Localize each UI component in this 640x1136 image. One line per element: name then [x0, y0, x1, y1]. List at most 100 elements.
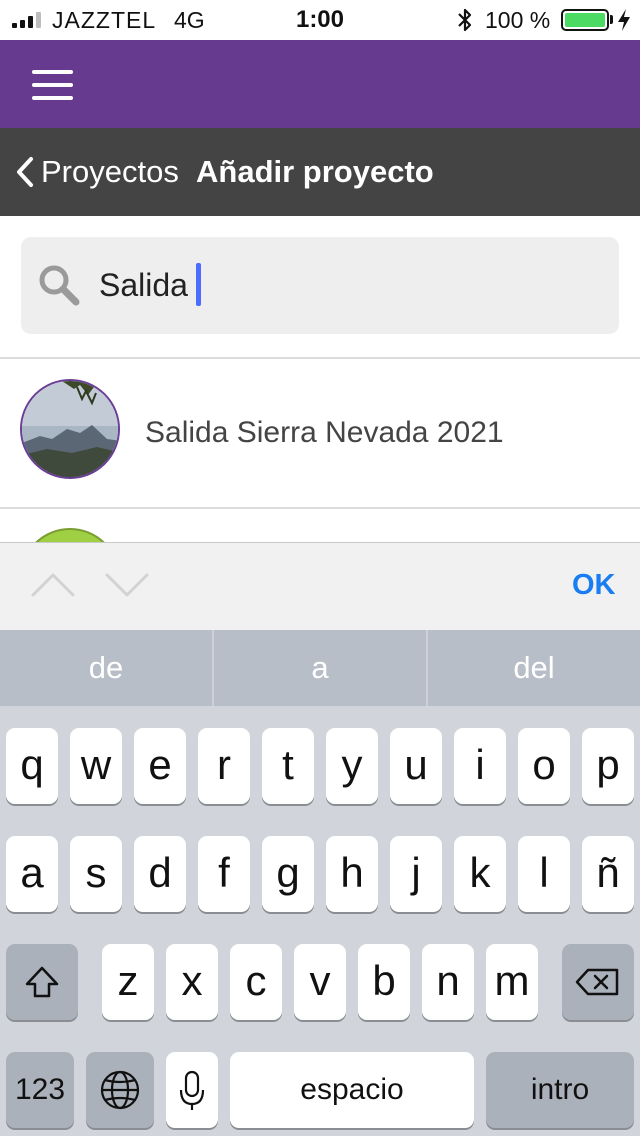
- space-key[interactable]: espacio: [230, 1052, 474, 1128]
- key[interactable]: p: [582, 728, 634, 804]
- key-label: m: [494, 957, 530, 1004]
- project-avatar: [20, 379, 120, 479]
- battery-icon: [561, 9, 609, 31]
- key-label: n: [436, 957, 460, 1004]
- numbers-key[interactable]: 123: [6, 1052, 74, 1128]
- key-label: x: [181, 957, 203, 1004]
- page-title: Añadir proyecto: [196, 154, 434, 189]
- key-label: l: [539, 849, 549, 896]
- keyboard: q w e r t y u i o p a s d f g h j k l ñ …: [0, 706, 640, 1136]
- shift-key[interactable]: [6, 944, 78, 1020]
- key[interactable]: q: [6, 728, 58, 804]
- key[interactable]: e: [134, 728, 186, 804]
- key[interactable]: y: [326, 728, 378, 804]
- key-label: k: [469, 849, 491, 896]
- key-label: u: [404, 741, 428, 788]
- key-label: h: [340, 849, 364, 896]
- key-label: f: [218, 849, 230, 896]
- key[interactable]: i: [454, 728, 506, 804]
- key-label: s: [85, 849, 107, 896]
- key[interactable]: f: [198, 836, 250, 912]
- status-bar: JAZZTEL 4G 1:00 100 %: [0, 0, 640, 40]
- key-label: z: [117, 957, 139, 1004]
- key[interactable]: o: [518, 728, 570, 804]
- key[interactable]: b: [358, 944, 410, 1020]
- previous-field-icon[interactable]: [30, 565, 76, 605]
- list-item[interactable]: Salida Sierra Nevada 2021: [0, 360, 640, 507]
- key[interactable]: u: [390, 728, 442, 804]
- key[interactable]: r: [198, 728, 250, 804]
- key-label: intro: [530, 1073, 590, 1106]
- microphone-icon: [179, 1070, 205, 1110]
- key-label: y: [341, 741, 363, 788]
- key-label: g: [276, 849, 300, 896]
- key-label: i: [475, 741, 485, 788]
- key-label: w: [80, 741, 112, 788]
- search-icon: [39, 265, 80, 306]
- prediction-suggestion[interactable]: del: [426, 630, 640, 706]
- key-label: a: [20, 849, 44, 896]
- search-box[interactable]: [21, 237, 619, 334]
- key[interactable]: h: [326, 836, 378, 912]
- key[interactable]: g: [262, 836, 314, 912]
- key-label: j: [411, 849, 421, 896]
- divider: [0, 357, 640, 359]
- key-label: t: [282, 741, 294, 788]
- globe-key[interactable]: [86, 1052, 154, 1128]
- return-key[interactable]: intro: [486, 1052, 634, 1128]
- key-label: b: [372, 957, 396, 1004]
- key[interactable]: c: [230, 944, 282, 1020]
- key-label: ñ: [596, 849, 620, 896]
- prediction-suggestion[interactable]: a: [212, 630, 426, 706]
- bluetooth-icon: [458, 8, 472, 32]
- key-label: q: [20, 741, 44, 788]
- backspace-key[interactable]: [562, 944, 634, 1020]
- battery-percentage: 100 %: [485, 7, 551, 33]
- dictation-key[interactable]: [166, 1052, 218, 1128]
- key[interactable]: t: [262, 728, 314, 804]
- mountain-photo-icon: [22, 381, 118, 477]
- key-label: 123: [14, 1073, 66, 1106]
- key-label: o: [532, 741, 556, 788]
- app-bar: [0, 40, 640, 128]
- navigation-bar: Proyectos Añadir proyecto: [0, 128, 640, 216]
- globe-icon: [100, 1070, 140, 1110]
- key[interactable]: w: [70, 728, 122, 804]
- project-title: Salida Sierra Nevada 2021: [145, 416, 504, 449]
- key[interactable]: l: [518, 836, 570, 912]
- back-button[interactable]: Proyectos: [14, 152, 179, 192]
- list-item[interactable]: [0, 509, 640, 542]
- key[interactable]: k: [454, 836, 506, 912]
- search-input[interactable]: [99, 259, 579, 311]
- key[interactable]: s: [70, 836, 122, 912]
- key-label: espacio: [300, 1073, 404, 1106]
- key-label: d: [148, 849, 172, 896]
- prediction-suggestion[interactable]: de: [0, 630, 212, 706]
- charging-bolt-icon: [618, 9, 630, 31]
- keyboard-toolbar: OK: [0, 542, 640, 630]
- key[interactable]: n: [422, 944, 474, 1020]
- project-avatar: [20, 528, 120, 542]
- key-label: c: [245, 957, 267, 1004]
- ok-button[interactable]: OK: [572, 569, 616, 602]
- text-caret: [196, 263, 201, 306]
- key[interactable]: j: [390, 836, 442, 912]
- key[interactable]: v: [294, 944, 346, 1020]
- key[interactable]: x: [166, 944, 218, 1020]
- backspace-icon: [575, 968, 619, 996]
- shift-icon: [25, 966, 59, 998]
- battery-cap: [610, 15, 613, 24]
- key-label: r: [217, 741, 231, 788]
- chevron-left-icon: [17, 157, 33, 187]
- key[interactable]: m: [486, 944, 538, 1020]
- key[interactable]: z: [102, 944, 154, 1020]
- key[interactable]: a: [6, 836, 58, 912]
- key-label: e: [148, 741, 172, 788]
- predictive-text-bar: de a del: [0, 630, 640, 706]
- key-label: v: [309, 957, 331, 1004]
- key[interactable]: ñ: [582, 836, 634, 912]
- key[interactable]: d: [134, 836, 186, 912]
- back-button-label: Proyectos: [41, 154, 179, 189]
- next-field-icon[interactable]: [104, 565, 150, 605]
- hamburger-icon[interactable]: [32, 70, 73, 100]
